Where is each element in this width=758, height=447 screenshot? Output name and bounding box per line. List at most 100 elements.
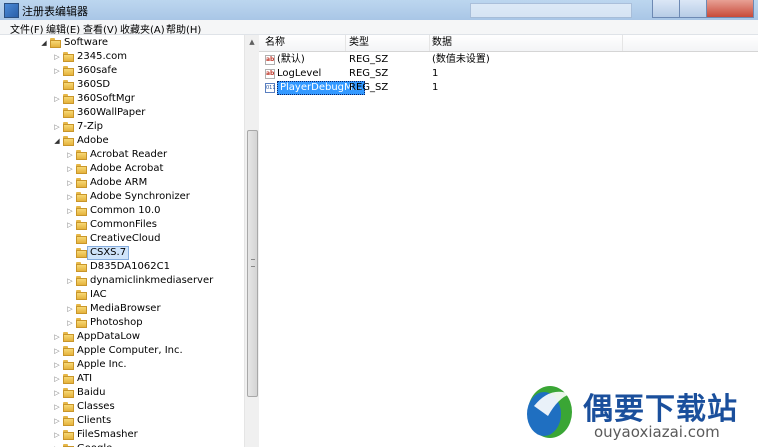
scrollbar-thumb[interactable]: [247, 130, 258, 397]
tree-node[interactable]: ▷ Baidu: [0, 386, 244, 400]
collapsed-arrow-icon[interactable]: ▷: [53, 92, 61, 106]
folder-icon: [63, 416, 74, 426]
regedit-icon: [4, 3, 19, 18]
value-row[interactable]: 011 PlayerDebugM... REG_SZ 1: [259, 81, 758, 95]
folder-icon: [63, 136, 74, 146]
tree-node-label: AppDataLow: [77, 331, 141, 342]
collapsed-arrow-icon[interactable]: ▷: [53, 414, 61, 428]
collapsed-arrow-icon[interactable]: ▷: [53, 372, 61, 386]
collapsed-arrow-icon[interactable]: ▷: [66, 204, 74, 218]
column-header-type[interactable]: 类型: [349, 35, 430, 51]
folder-icon: [63, 332, 74, 342]
collapsed-arrow-icon[interactable]: ▷: [66, 176, 74, 190]
folder-icon: [76, 150, 87, 160]
collapsed-arrow-icon[interactable]: ▷: [53, 442, 61, 447]
collapsed-arrow-icon[interactable]: ▷: [66, 148, 74, 162]
tree-node-label: 360SoftMgr: [77, 93, 135, 104]
tree-node[interactable]: ◢ Adobe: [0, 134, 244, 148]
tree-node[interactable]: ▷ 2345.com: [0, 50, 244, 64]
tree-node[interactable]: ▷ dynamiclinkmediaserver: [0, 274, 244, 288]
collapsed-arrow-icon[interactable]: ▷: [66, 218, 74, 232]
value-row[interactable]: ab (默认) REG_SZ (数值未设置): [259, 53, 758, 67]
tree-node[interactable]: 360SD: [0, 78, 244, 92]
tree-node-label: FileSmasher: [77, 429, 138, 440]
registry-tree[interactable]: ◢ Software ▷ 2345.com ▷ 360safe 360SD ▷ 360SoftM…: [0, 35, 259, 447]
tree-node[interactable]: ▷ 360SoftMgr: [0, 92, 244, 106]
value-type: REG_SZ: [349, 82, 389, 93]
menu-favorites[interactable]: 收藏夹(A): [120, 21, 165, 36]
tree-node[interactable]: ▷ Clients: [0, 414, 244, 428]
tree-node[interactable]: ▷ Photoshop: [0, 316, 244, 330]
tree-node-label: 7-Zip: [77, 121, 103, 132]
folder-icon: [63, 52, 74, 62]
site-logo-icon: [527, 386, 572, 438]
tree-node[interactable]: ▷ Apple Computer, Inc.: [0, 344, 244, 358]
tree-node[interactable]: 360WallPaper: [0, 106, 244, 120]
tree-node[interactable]: ▷ FileSmasher: [0, 428, 244, 442]
tree-node[interactable]: ▷ Apple Inc.: [0, 358, 244, 372]
maximize-button[interactable]: [679, 0, 707, 18]
tree-node-label: CreativeCloud: [90, 233, 161, 244]
collapsed-arrow-icon[interactable]: ▷: [66, 316, 74, 330]
tree-node[interactable]: ▷ Common 10.0: [0, 204, 244, 218]
folder-icon: [76, 164, 87, 174]
tree-node[interactable]: ▷ 360safe: [0, 64, 244, 78]
tree-node[interactable]: CreativeCloud: [0, 232, 244, 246]
menu-view[interactable]: 查看(V): [83, 21, 118, 36]
tree-node[interactable]: ▷ Google: [0, 442, 244, 447]
tree-node[interactable]: D835DA1062C1: [0, 260, 244, 274]
collapsed-arrow-icon[interactable]: ▷: [66, 274, 74, 288]
collapsed-arrow-icon[interactable]: ▷: [53, 400, 61, 414]
collapsed-arrow-icon[interactable]: ▷: [53, 428, 61, 442]
tree-node[interactable]: ▷ CommonFiles: [0, 218, 244, 232]
collapsed-arrow-icon[interactable]: ▷: [66, 190, 74, 204]
collapsed-arrow-icon[interactable]: ▷: [53, 64, 61, 78]
menu-help[interactable]: 帮助(H): [166, 21, 201, 36]
collapsed-arrow-icon[interactable]: ▷: [53, 50, 61, 64]
expanded-arrow-icon[interactable]: ◢: [53, 134, 61, 148]
tree-node[interactable]: ▷ Classes: [0, 400, 244, 414]
collapsed-arrow-icon[interactable]: ▷: [53, 344, 61, 358]
value-type: REG_SZ: [349, 54, 389, 65]
folder-icon: [76, 304, 87, 314]
collapsed-arrow-icon[interactable]: ▷: [53, 120, 61, 134]
tree-node[interactable]: ▷ Acrobat Reader: [0, 148, 244, 162]
scroll-up-arrow-icon[interactable]: ▲: [245, 35, 259, 49]
collapsed-arrow-icon[interactable]: ▷: [53, 330, 61, 344]
menu-edit[interactable]: 编辑(E): [46, 21, 80, 36]
tree-node[interactable]: ▷ MediaBrowser: [0, 302, 244, 316]
tree-node-label: Classes: [77, 401, 115, 412]
column-header-name[interactable]: 名称: [265, 35, 346, 51]
tree-node-label: Photoshop: [90, 317, 143, 328]
value-row[interactable]: ab LogLevel REG_SZ 1: [259, 67, 758, 81]
tree-scrollbar[interactable]: ▲: [244, 35, 259, 447]
folder-icon: [63, 108, 74, 118]
folder-icon: [63, 388, 74, 398]
tree-node[interactable]: ▷ Adobe Synchronizer: [0, 190, 244, 204]
tree-node-label: ATI: [77, 373, 93, 384]
collapsed-arrow-icon[interactable]: ▷: [66, 302, 74, 316]
tree-node[interactable]: ▷ Adobe Acrobat: [0, 162, 244, 176]
close-button[interactable]: [706, 0, 754, 18]
binary-value-icon: 011: [265, 83, 276, 93]
minimize-button[interactable]: [652, 0, 680, 18]
tree-node-label: IAC: [90, 289, 107, 300]
menu-file[interactable]: 文件(F): [10, 21, 44, 36]
tree-node[interactable]: ▷ ATI: [0, 372, 244, 386]
column-header-data[interactable]: 数据: [432, 35, 623, 51]
expanded-arrow-icon[interactable]: ◢: [40, 36, 48, 50]
collapsed-arrow-icon[interactable]: ▷: [53, 358, 61, 372]
tree-node-label: 360WallPaper: [77, 107, 146, 118]
tree-node[interactable]: CSXS.7: [0, 246, 244, 260]
tree-node[interactable]: ▷ 7-Zip: [0, 120, 244, 134]
collapsed-arrow-icon[interactable]: ▷: [53, 386, 61, 400]
tree-node[interactable]: IAC: [0, 288, 244, 302]
folder-icon: [76, 178, 87, 188]
tree-node[interactable]: ▷ Adobe ARM: [0, 176, 244, 190]
tree-node[interactable]: ◢ Software: [0, 36, 244, 50]
collapsed-arrow-icon[interactable]: ▷: [66, 162, 74, 176]
tree-node-label: Software: [64, 37, 109, 48]
folder-icon: [76, 220, 87, 230]
tree-node-label: 360safe: [77, 65, 118, 76]
tree-node[interactable]: ▷ AppDataLow: [0, 330, 244, 344]
